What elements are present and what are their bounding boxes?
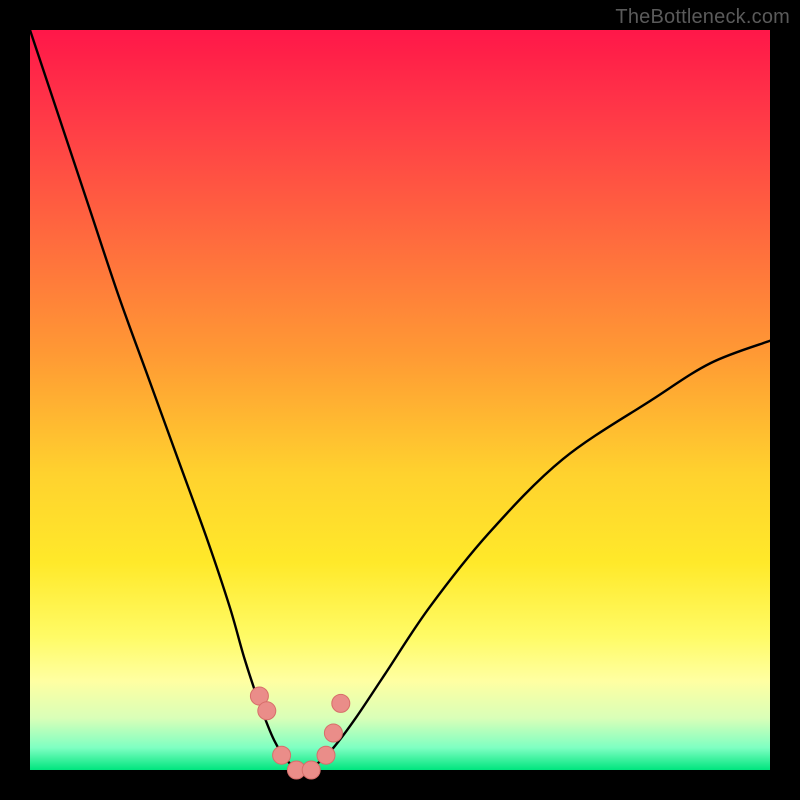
- data-marker: [332, 694, 350, 712]
- bottleneck-curve: [30, 30, 770, 770]
- data-marker: [324, 724, 342, 742]
- data-marker: [258, 702, 276, 720]
- data-marker: [317, 746, 335, 764]
- data-marker: [302, 761, 320, 779]
- data-markers: [250, 687, 349, 779]
- watermark-text: TheBottleneck.com: [615, 6, 790, 29]
- chart-frame: TheBottleneck.com: [0, 0, 800, 800]
- curve-layer: [30, 30, 770, 770]
- data-marker: [273, 746, 291, 764]
- plot-area: [30, 30, 770, 770]
